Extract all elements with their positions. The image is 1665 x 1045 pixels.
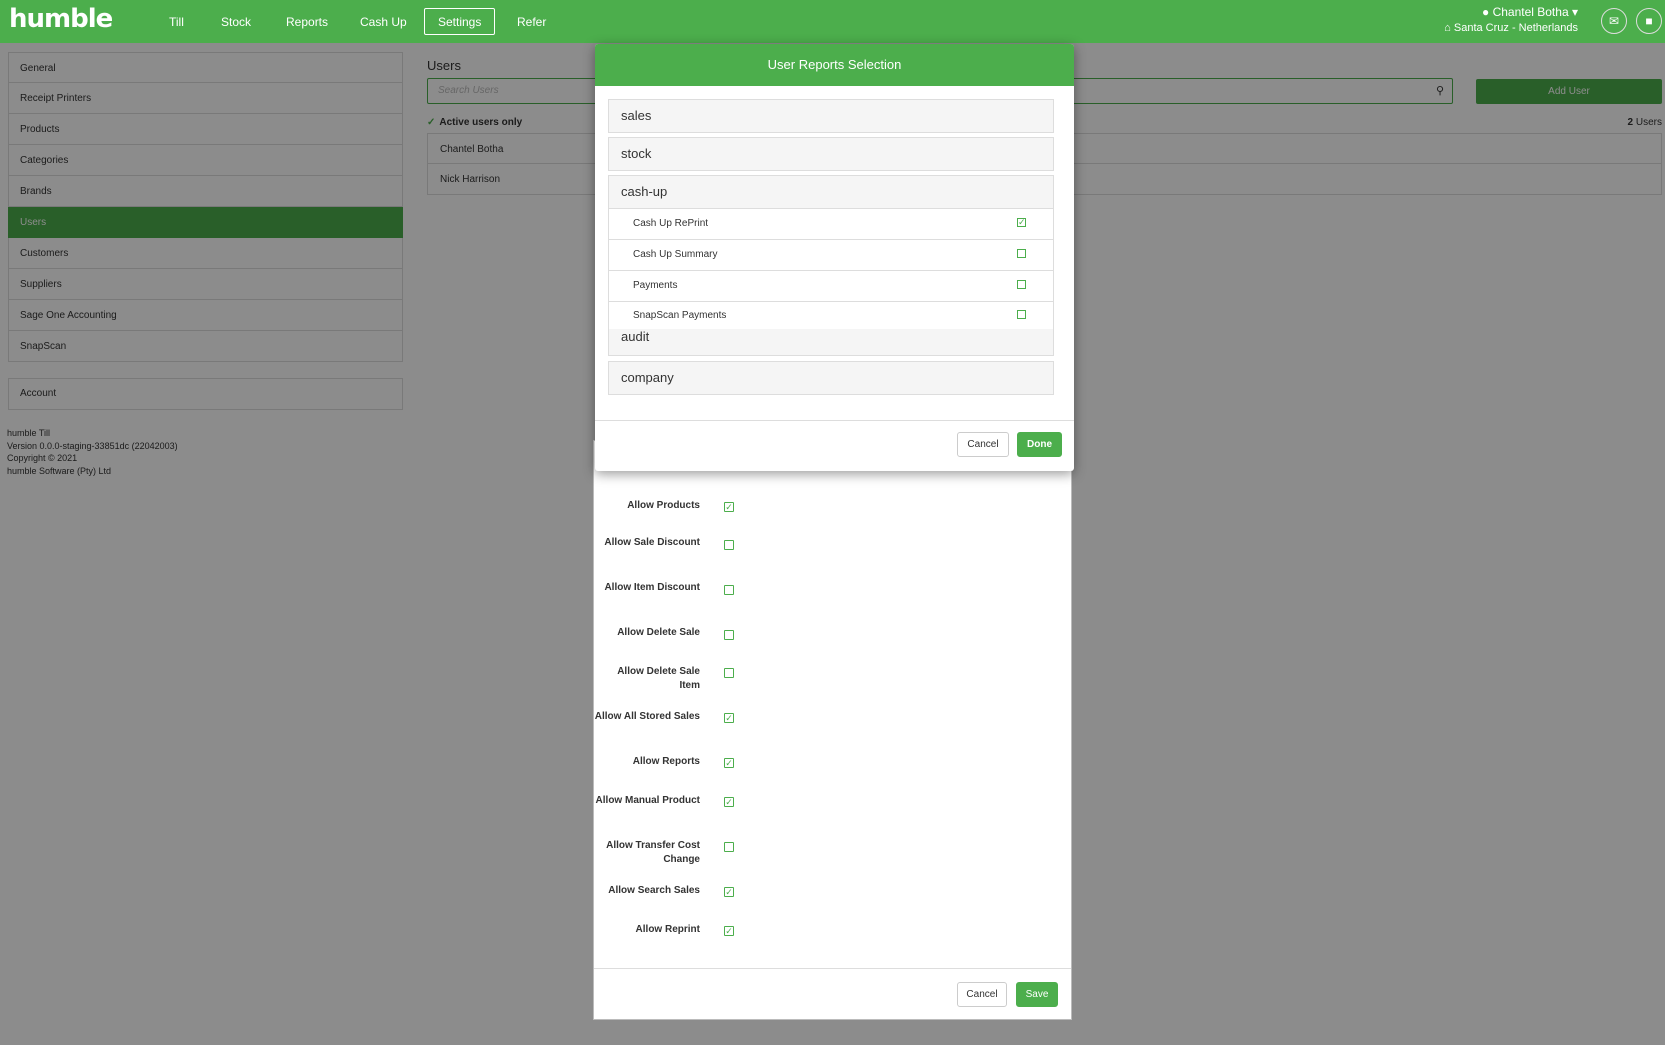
store-location: Santa Cruz - Netherlands (1453, 22, 1578, 34)
report-group-stock[interactable]: stock (608, 137, 1054, 171)
chat-icon[interactable]: ✉ (1601, 8, 1627, 34)
user-edit-modal: Allow Products ✓ Allow Sale Discount All… (593, 440, 1072, 1020)
modal-footer (595, 420, 1074, 421)
user-name: Chantel Botha (1492, 5, 1569, 19)
top-nav: humble Till Stock Reports Cash Up Settin… (0, 0, 1665, 43)
checkbox-icon[interactable] (724, 585, 734, 595)
nav-settings[interactable]: Settings (424, 8, 496, 35)
humble-logo[interactable]: humble (9, 4, 113, 34)
caret-down-icon: ▾ (1571, 5, 1578, 19)
report-item-label: Cash Up Summary (633, 249, 718, 260)
user-menu[interactable]: ● Chantel Botha ▾ ⌂ Santa Cruz - Netherl… (1444, 5, 1578, 34)
permission-label: Allow All Stored Sales (594, 711, 700, 722)
checkbox-icon[interactable] (724, 540, 734, 550)
nav-cash-up[interactable]: Cash Up (346, 8, 421, 35)
checkbox-icon[interactable] (1017, 280, 1026, 289)
nav-stock[interactable]: Stock (207, 8, 265, 35)
report-item-label: Payments (633, 280, 678, 291)
permission-label: Allow Delete Sale Item (617, 666, 700, 691)
checkbox-checked-icon[interactable]: ✓ (724, 758, 734, 768)
checkbox-checked-icon[interactable]: ✓ (724, 502, 734, 512)
report-item[interactable]: Payments (608, 271, 1054, 302)
permission-label: Allow Manual Product (595, 795, 700, 806)
report-item[interactable]: SnapScan Payments (608, 302, 1054, 329)
nav-reports[interactable]: Reports (272, 8, 342, 35)
user-edit-footer (594, 968, 1071, 969)
checkbox-icon[interactable] (724, 668, 734, 678)
permission-label: Allow Search Sales (608, 885, 700, 896)
permission-label: Allow Sale Discount (604, 537, 700, 548)
home-icon: ⌂ (1444, 22, 1451, 34)
checkbox-checked-icon[interactable]: ✓ (724, 713, 734, 723)
report-group-audit[interactable]: audit (608, 329, 1054, 356)
lock-icon[interactable]: ■ (1636, 8, 1662, 34)
checkbox-checked-icon[interactable]: ✓ (1017, 218, 1026, 227)
user-reports-modal: User Reports Selection sales stock cash-… (595, 44, 1074, 471)
permission-label: Allow Reprint (635, 924, 700, 935)
permission-label: Allow Item Discount (604, 582, 700, 593)
report-item-label: Cash Up RePrint (633, 218, 709, 229)
checkbox-icon[interactable] (1017, 249, 1026, 258)
nav-refer[interactable]: Refer (503, 8, 560, 35)
permission-label: Allow Transfer Cost Change (606, 840, 700, 865)
report-item-label: SnapScan Payments (633, 310, 727, 321)
cancel-button[interactable]: Cancel (957, 982, 1007, 1007)
permission-label: Allow Delete Sale (617, 627, 700, 638)
modal-title: User Reports Selection (595, 44, 1074, 86)
report-item[interactable]: Cash Up RePrint ✓ (608, 209, 1054, 240)
checkbox-checked-icon[interactable]: ✓ (724, 797, 734, 807)
checkbox-checked-icon[interactable]: ✓ (724, 926, 734, 936)
nav-till[interactable]: Till (155, 8, 198, 35)
checkbox-icon[interactable] (1017, 310, 1026, 319)
checkbox-checked-icon[interactable]: ✓ (724, 887, 734, 897)
user-icon: ● (1481, 5, 1490, 19)
done-button[interactable]: Done (1017, 432, 1062, 457)
permission-label: Allow Products (627, 500, 700, 511)
report-group-company[interactable]: company (608, 361, 1054, 395)
report-item[interactable]: Cash Up Summary (608, 240, 1054, 271)
save-button[interactable]: Save (1016, 982, 1058, 1007)
cancel-button[interactable]: Cancel (957, 432, 1009, 457)
permission-label: Allow Reports (632, 756, 700, 767)
checkbox-icon[interactable] (724, 630, 734, 640)
report-group-cash-up[interactable]: cash-up (608, 175, 1054, 209)
report-group-sales[interactable]: sales (608, 99, 1054, 133)
checkbox-icon[interactable] (724, 842, 734, 852)
